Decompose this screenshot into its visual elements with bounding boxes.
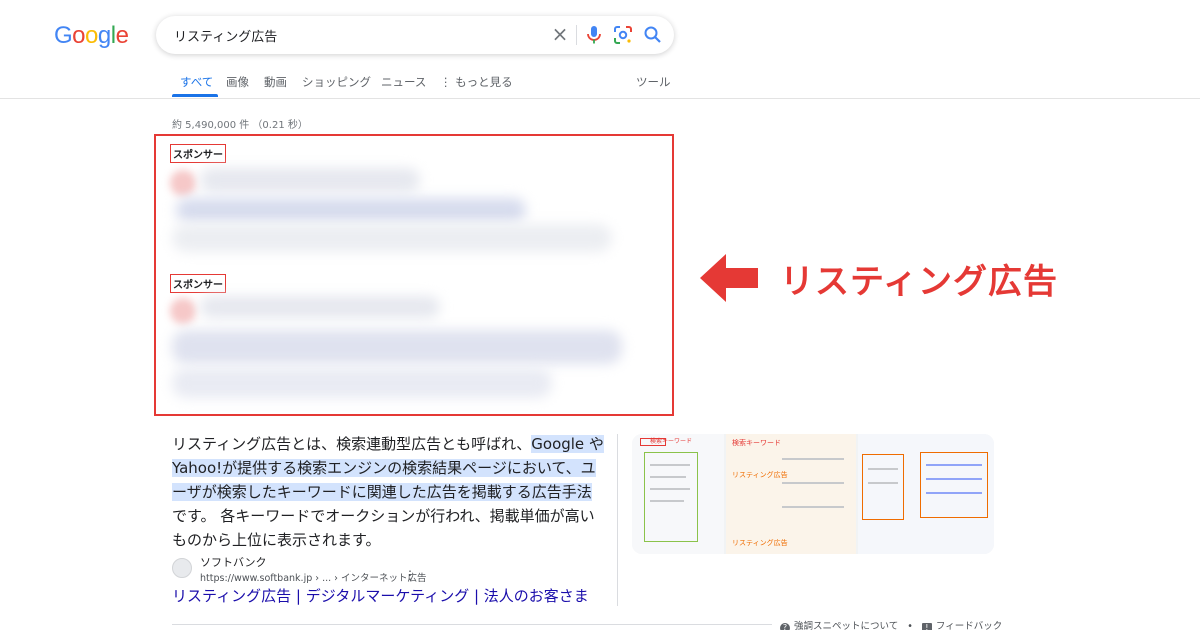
snippet-images[interactable]: 検索キーワード 検索キーワード リスティング広告 リスティング広告 <box>632 434 994 554</box>
ad-headline-blurred[interactable] <box>176 198 526 222</box>
tab-more[interactable]: ⋮ もっと見る <box>440 74 513 90</box>
footer-separator: • <box>907 621 913 630</box>
thumb-line <box>650 488 690 490</box>
google-logo[interactable]: Google <box>54 22 129 50</box>
thumb-line <box>650 464 690 466</box>
thumb-line <box>782 506 844 508</box>
tab-all[interactable]: すべて <box>180 74 213 90</box>
snippet-text: リスティング広告とは、検索連動型広告とも呼ばれ、 <box>172 435 532 453</box>
thumb-label: リスティング広告 <box>732 539 788 547</box>
feedback-link[interactable]: フィードバック <box>936 621 1002 630</box>
tab-shopping[interactable]: ショッピング <box>302 74 371 90</box>
logo-letter: o <box>85 22 98 49</box>
snippet-divider <box>617 434 618 606</box>
ad-favicon <box>170 170 196 196</box>
thumb-line <box>926 492 982 494</box>
more-options-icon[interactable]: ⋮ <box>404 568 416 582</box>
feedback-icon: ! <box>921 623 932 630</box>
ad-source-blurred <box>200 296 440 318</box>
thumb-line <box>868 482 898 484</box>
ad-description-blurred <box>172 224 612 252</box>
sponsor-label: スポンサー <box>170 274 226 293</box>
active-tab-indicator <box>172 94 218 97</box>
ad-description-blurred <box>172 368 552 398</box>
search-box[interactable]: リスティング広告 × <box>156 16 674 54</box>
logo-letter: e <box>115 22 129 49</box>
softbank-favicon <box>172 558 192 578</box>
lens-icon[interactable] <box>612 24 634 46</box>
thumbnail[interactable]: 検索キーワード リスティング広告 リスティング広告 <box>726 434 856 554</box>
snippet-footer: ? 強調スニペットについて • ! フィードバック <box>780 618 1002 630</box>
about-snippet-link[interactable]: 強調スニペットについて <box>794 621 898 630</box>
thumb-box <box>862 454 904 520</box>
thumb-line <box>868 468 898 470</box>
ad-favicon <box>170 298 196 324</box>
result-title-link[interactable]: リスティング広告 | デジタルマーケティング | 法人のお客さま <box>172 585 589 606</box>
featured-snippet-text: リスティング広告とは、検索連動型広告とも呼ばれ、Google やYahoo!が提… <box>172 432 604 552</box>
search-icon[interactable] <box>642 24 664 46</box>
thumb-label: リスティング広告 <box>732 471 788 479</box>
logo-letter: g <box>97 22 111 49</box>
thumb-line <box>926 478 982 480</box>
thumb-label: 検索キーワード <box>650 438 693 445</box>
thumb-box <box>920 452 988 518</box>
thumb-line <box>650 500 684 502</box>
ad-source-blurred <box>200 168 420 192</box>
thumbnail[interactable]: 検索キーワード <box>632 434 724 554</box>
thumb-line <box>782 482 844 484</box>
thumb-line <box>650 476 686 478</box>
help-icon: ? <box>780 623 790 630</box>
header-divider <box>0 98 1200 99</box>
logo-letter: o <box>72 22 86 49</box>
search-divider <box>576 25 577 45</box>
ad-headline-blurred[interactable] <box>172 330 622 364</box>
source-url[interactable]: https://www.softbank.jp › ... › インターネット広… <box>200 570 426 584</box>
mic-icon[interactable] <box>584 24 604 46</box>
tab-images[interactable]: 画像 <box>226 74 249 90</box>
left-arrow-icon <box>700 254 758 302</box>
search-input[interactable]: リスティング広告 <box>174 26 277 45</box>
footer-divider <box>172 624 772 625</box>
result-stats: 約 5,490,000 件 （0.21 秒） <box>172 120 308 131</box>
thumb-line <box>926 464 982 466</box>
snippet-text: です。 各キーワードでオークションが行われ、掲載単価が高いものから上位に表示され… <box>172 507 595 549</box>
tools-button[interactable]: ツール <box>636 74 671 90</box>
annotation-label: リスティング広告 <box>780 262 1058 302</box>
source-name[interactable]: ソフトバンク <box>200 554 267 570</box>
tab-news[interactable]: ニュース <box>381 74 426 90</box>
logo-letter: G <box>54 22 73 49</box>
sponsor-label: スポンサー <box>170 144 226 163</box>
tab-videos[interactable]: 動画 <box>264 74 287 90</box>
thumb-label: 検索キーワード <box>732 439 781 447</box>
thumb-line <box>782 458 844 460</box>
ads-highlight-frame: スポンサー スポンサー <box>154 134 674 416</box>
clear-icon[interactable]: × <box>548 22 572 46</box>
thumbnail[interactable] <box>858 434 994 554</box>
